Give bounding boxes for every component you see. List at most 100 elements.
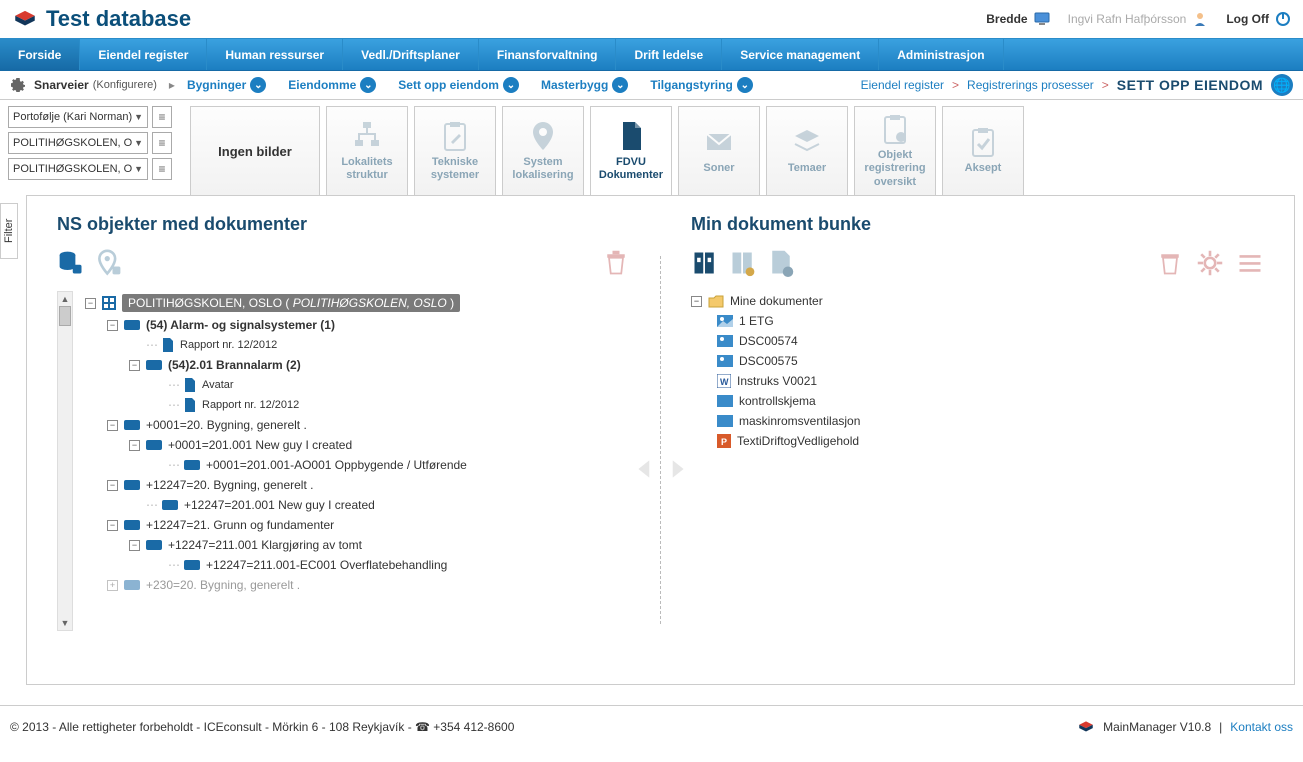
- nav-human-ressurser[interactable]: Human ressurser: [207, 39, 343, 70]
- tree-node[interactable]: −+12247=20. Bygning, generelt .: [85, 475, 630, 495]
- nav-forside[interactable]: Forside: [0, 39, 80, 70]
- list-button[interactable]: ≡: [152, 158, 172, 180]
- tree-leaf[interactable]: maskinromsventilasjon: [691, 411, 1264, 431]
- card-soner[interactable]: Soner: [678, 106, 760, 196]
- node-label: +12247=211.001-EC001 Overflatebehandling: [206, 558, 447, 572]
- breadcrumb-link[interactable]: Eiendel register: [861, 78, 944, 92]
- nav-drift-ledelse[interactable]: Drift ledelse: [616, 39, 722, 70]
- estate-select-1[interactable]: POLITIHØGSKOLEN, O▼: [8, 132, 148, 154]
- nav-administrasjon[interactable]: Administrasjon: [879, 39, 1003, 70]
- tree-leaf[interactable]: WInstruks V0021: [691, 371, 1264, 391]
- binder-locked-icon[interactable]: [729, 249, 757, 277]
- scroll-thumb[interactable]: [59, 306, 71, 326]
- location-filter-icon[interactable]: [95, 249, 123, 277]
- scroll-up-icon[interactable]: ▲: [58, 292, 72, 306]
- konfigurere-link[interactable]: (Konfigurere): [93, 79, 157, 91]
- shortcut-eiendomme[interactable]: Eiendomme⌄: [288, 77, 376, 93]
- card-fdvu-dokumenter[interactable]: FDVUDokumenter: [590, 106, 672, 196]
- tree-node-truncated[interactable]: ++230=20. Bygning, generelt .: [85, 575, 630, 595]
- shortcut-masterbygg[interactable]: Masterbygg⌄: [541, 77, 628, 93]
- trash-icon[interactable]: [602, 249, 630, 277]
- tree-leaf[interactable]: kontrollskjema: [691, 391, 1264, 411]
- contact-link[interactable]: Kontakt oss: [1230, 720, 1293, 734]
- document-add-icon[interactable]: [767, 249, 795, 277]
- left-pane: NS objekter med dokumenter ▲ ▼ − POLITIH…: [27, 196, 660, 684]
- tree-leaf[interactable]: ⋯Rapport nr. 12/2012: [85, 335, 630, 355]
- estate-select-2[interactable]: POLITIHØGSKOLEN, O▼: [8, 158, 148, 180]
- filter-tab[interactable]: Filter: [0, 203, 18, 259]
- tree-leaf[interactable]: ⋯+12247=201.001 New guy I created: [85, 495, 630, 515]
- binder-icon[interactable]: [691, 249, 719, 277]
- nav-service-management[interactable]: Service management: [722, 39, 879, 70]
- tree-leaf[interactable]: DSC00575: [691, 351, 1264, 371]
- collapse-icon[interactable]: −: [107, 320, 118, 331]
- node-label: (54)2.01 Brannalarm (2): [168, 358, 301, 372]
- shortcut-sett-opp-eiendom[interactable]: Sett opp eiendom⌄: [398, 77, 519, 93]
- envelope-icon: [703, 126, 735, 158]
- card-temaer[interactable]: Temaer: [766, 106, 848, 196]
- tree-leaf[interactable]: ⋯+12247=211.001-EC001 Overflatebehandlin…: [85, 555, 630, 575]
- settings-gear-icon[interactable]: [1196, 249, 1224, 277]
- tree-scrollbar[interactable]: ▲ ▼: [57, 291, 73, 631]
- gear-icon[interactable]: [10, 77, 26, 93]
- tree-node[interactable]: −+0001=20. Bygning, generelt .: [85, 415, 630, 435]
- database-icon[interactable]: [57, 249, 85, 277]
- caret-down-icon: ▼: [134, 164, 143, 174]
- shortcut-label: Bygninger: [187, 78, 246, 92]
- tree-leaf[interactable]: ⋯+0001=201.001-AO001 Oppbygende / Utføre…: [85, 455, 630, 475]
- nav-vedl-driftsplaner[interactable]: Vedl./Driftsplaner: [343, 39, 479, 70]
- collapse-icon[interactable]: −: [129, 360, 140, 371]
- menu-icon[interactable]: [1236, 249, 1264, 277]
- select-value: Portofølje (Kari Norman): [13, 111, 132, 123]
- tree-node[interactable]: −+12247=21. Grunn og fundamenter: [85, 515, 630, 535]
- tree-leaf[interactable]: 1 ETG: [691, 311, 1264, 331]
- bredde-button[interactable]: Bredde: [986, 12, 1049, 26]
- collapse-icon[interactable]: −: [691, 296, 702, 307]
- nav-eiendel-register[interactable]: Eiendel register: [80, 39, 207, 70]
- list-button[interactable]: ≡: [152, 132, 172, 154]
- tree-root[interactable]: − POLITIHØGSKOLEN, OSLO ( POLITIHØGSKOLE…: [85, 291, 630, 315]
- tree-node[interactable]: −(54) Alarm- og signalsystemer (1): [85, 315, 630, 335]
- card-ingen-bilder[interactable]: Ingen bilder: [190, 106, 320, 196]
- trash-icon[interactable]: [1156, 249, 1184, 277]
- shortcut-bygninger[interactable]: Bygninger⌄: [187, 77, 266, 93]
- system-icon: [146, 540, 162, 550]
- nav-finansforvaltning[interactable]: Finansforvaltning: [479, 39, 617, 70]
- collapse-icon[interactable]: −: [107, 480, 118, 491]
- left-pane-title: NS objekter med dokumenter: [57, 214, 630, 235]
- tree-node[interactable]: − (54)2.01 Brannalarm (2): [85, 355, 630, 375]
- user-label[interactable]: Ingvi Rafn Hafþórsson: [1068, 11, 1209, 27]
- card-lokalitets-struktur[interactable]: Lokalitetsstruktur: [326, 106, 408, 196]
- tree-root[interactable]: − Mine dokumenter: [691, 291, 1264, 311]
- collapse-icon[interactable]: −: [129, 540, 140, 551]
- image-icon: [717, 395, 733, 407]
- node-label: +12247=201.001 New guy I created: [184, 498, 375, 512]
- tree-leaf[interactable]: ⋯Rapport nr. 12/2012: [85, 395, 630, 415]
- collapse-icon[interactable]: −: [85, 298, 96, 309]
- file-icon: [162, 338, 174, 352]
- expand-icon[interactable]: +: [107, 580, 118, 591]
- breadcrumb-current: SETT OPP EIENDOM: [1117, 77, 1263, 93]
- collapse-icon[interactable]: −: [129, 440, 140, 451]
- tree-leaf[interactable]: PTextiDriftogVedligehold: [691, 431, 1264, 451]
- portfolio-select[interactable]: Portofølje (Kari Norman)▼: [8, 106, 148, 128]
- scroll-down-icon[interactable]: ▼: [58, 616, 72, 630]
- logoff-button[interactable]: Log Off: [1226, 11, 1291, 27]
- tree-node[interactable]: −+0001=201.001 New guy I created: [85, 435, 630, 455]
- shortcut-tilgangstyring[interactable]: Tilgangstyring⌄: [650, 77, 752, 93]
- card-tekniske-systemer[interactable]: Tekniskesystemer: [414, 106, 496, 196]
- card-objekt-registrering[interactable]: Objektregistrering oversikt: [854, 106, 936, 196]
- card-aksept[interactable]: Aksept: [942, 106, 1024, 196]
- tree-node[interactable]: −+12247=211.001 Klargjøring av tomt: [85, 535, 630, 555]
- tree-leaf[interactable]: DSC00574: [691, 331, 1264, 351]
- globe-icon[interactable]: 🌐: [1271, 74, 1293, 96]
- list-button[interactable]: ≡: [152, 106, 172, 128]
- tree-leaf[interactable]: ⋯Avatar: [85, 375, 630, 395]
- caret-down-icon: ▼: [134, 112, 143, 122]
- collapse-icon[interactable]: −: [107, 520, 118, 531]
- card-system-lokalisering[interactable]: Systemlokalisering: [502, 106, 584, 196]
- breadcrumb: Eiendel register > Registrerings prosess…: [861, 74, 1293, 96]
- footer-copyright: © 2013 - Alle rettigheter forbeholdt - I…: [10, 720, 514, 734]
- breadcrumb-link[interactable]: Registrerings prosesser: [967, 78, 1094, 92]
- collapse-icon[interactable]: −: [107, 420, 118, 431]
